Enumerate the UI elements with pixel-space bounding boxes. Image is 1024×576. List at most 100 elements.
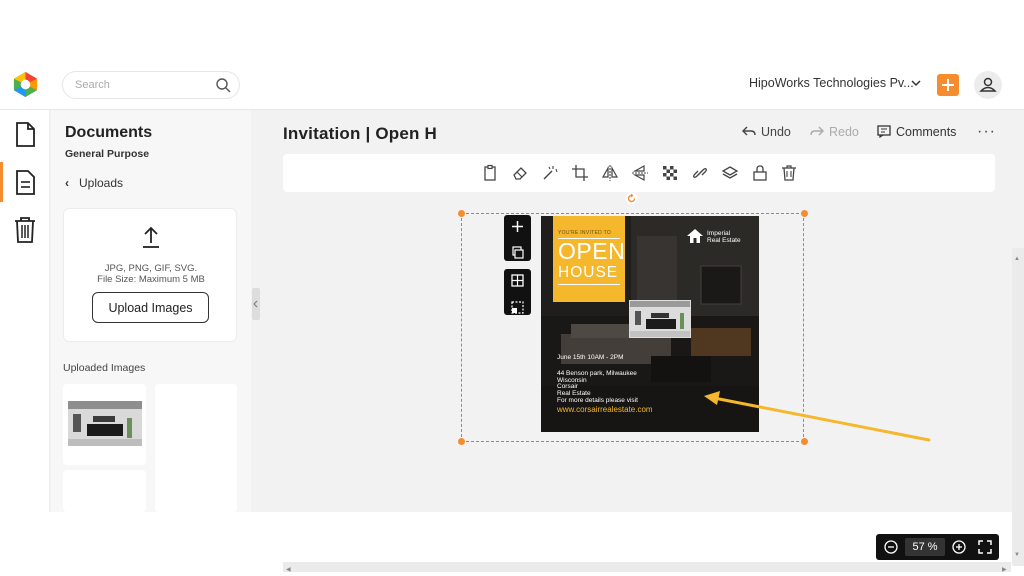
clipboard-icon[interactable] (481, 164, 499, 182)
create-button[interactable] (937, 74, 959, 96)
flyer-company-2: Real Estate (557, 390, 591, 397)
divider (558, 284, 620, 285)
add-icon[interactable] (504, 215, 531, 238)
crop-icon[interactable] (571, 164, 589, 182)
chevron-left-icon (253, 300, 258, 308)
chevron-left-icon: ‹ (65, 176, 69, 190)
icon-rail (0, 110, 50, 512)
app-logo-icon[interactable] (12, 71, 39, 98)
room-thumbnail-image (68, 401, 142, 446)
zoom-level[interactable]: 57 % (905, 538, 945, 556)
add-duplicate-group (504, 215, 531, 261)
uploads-label: Uploads (79, 176, 124, 190)
transparency-icon[interactable] (661, 164, 679, 182)
undo-icon (742, 126, 756, 136)
undo-button[interactable]: Undo (742, 125, 791, 139)
layers-icon[interactable] (721, 164, 739, 182)
trash-icon (15, 217, 35, 243)
uploads-back-link[interactable]: ‹ Uploads (65, 176, 123, 190)
rotate-handle-icon[interactable] (625, 192, 638, 205)
flyer-details: For more details please visit (557, 397, 638, 404)
zoom-out-icon[interactable] (878, 534, 904, 560)
uploaded-image-thumb[interactable] (63, 384, 146, 465)
avatar[interactable] (974, 71, 1002, 99)
documents-panel: Documents General Purpose ‹ Uploads JPG, … (51, 110, 251, 512)
scroll-up-icon[interactable]: ▲ (1014, 256, 1020, 262)
upload-dropzone[interactable]: JPG, PNG, GIF, SVG. File Size: Maximum 5… (63, 208, 237, 342)
floating-tools (504, 215, 531, 315)
user-icon (979, 77, 997, 92)
upload-size: File Size: Maximum 5 MB (97, 274, 205, 285)
zoom-control: 57 % (876, 534, 999, 560)
more-options-icon[interactable]: ··· (977, 123, 996, 141)
eraser-icon[interactable] (511, 164, 529, 182)
uploaded-image-slot[interactable] (63, 470, 146, 512)
flip-vertical-icon[interactable] (631, 164, 649, 182)
image-toolbar (283, 154, 995, 192)
vertical-scrollbar[interactable] (1012, 248, 1024, 566)
flyer-brand: Imperial Real Estate (707, 230, 741, 244)
inserted-room-image[interactable] (629, 300, 691, 338)
document-title[interactable]: Invitation | Open H (283, 124, 437, 144)
brand-line-1: Imperial (707, 230, 731, 237)
flyer-url: www.corsairrealestate.com (557, 405, 653, 414)
template-icon (16, 170, 35, 195)
undo-label: Undo (761, 125, 791, 139)
top-bar: HipoWorks Technologies Pv... (0, 60, 1024, 110)
search-icon[interactable] (215, 77, 231, 93)
annotation-arrow-icon (704, 391, 931, 442)
flyer-company-1: Corsair (557, 383, 578, 390)
lock-icon[interactable] (751, 164, 769, 182)
upload-hint: JPG, PNG, GIF, SVG. File Size: Maximum 5… (64, 263, 238, 285)
active-indicator (0, 162, 3, 202)
resize-handle-top-right[interactable] (801, 210, 808, 217)
horizontal-scrollbar[interactable] (283, 562, 1011, 572)
chevron-down-icon[interactable] (910, 77, 922, 89)
search-box (62, 71, 240, 99)
scroll-left-icon[interactable]: ◀ (286, 566, 291, 573)
panel-title: Documents (65, 124, 153, 141)
uploaded-images-label: Uploaded Images (63, 362, 146, 374)
rail-item-documents[interactable] (0, 114, 50, 154)
upload-types: JPG, PNG, GIF, SVG. (104, 263, 198, 274)
home-icon (687, 229, 703, 243)
flyer-house-text: HOUSE (558, 264, 619, 281)
trash-icon[interactable] (780, 164, 798, 182)
brand-line-2: Real Estate (707, 237, 741, 244)
resize-handle-top-left[interactable] (458, 210, 465, 217)
redo-icon (810, 126, 824, 136)
room-photo-image (630, 301, 690, 337)
search-input[interactable] (75, 76, 205, 94)
org-name[interactable]: HipoWorks Technologies Pv... (749, 76, 914, 90)
flyer-open-text: OPEN (558, 238, 626, 264)
panel-collapse-handle[interactable] (252, 288, 260, 320)
link-icon[interactable] (691, 164, 709, 182)
comments-label: Comments (896, 125, 957, 139)
flyer-address-1: 44 Benson park, Milwaukee (557, 370, 637, 377)
grid-select-group (504, 269, 531, 315)
rail-item-trash[interactable] (0, 210, 50, 250)
app-shell: HipoWorks Technologies Pv... (0, 60, 1024, 573)
zoom-in-icon[interactable] (946, 534, 972, 560)
upload-icon (143, 226, 159, 248)
scroll-down-icon[interactable]: ▼ (1014, 552, 1020, 558)
plus-icon (942, 79, 954, 91)
comments-button[interactable]: Comments (877, 125, 956, 139)
upload-images-button[interactable]: Upload Images (92, 292, 209, 323)
rail-item-templates[interactable] (0, 162, 50, 202)
flyer-date: June 15th 10AM - 2PM (557, 354, 624, 361)
select-area-icon[interactable] (504, 297, 531, 320)
document-icon (16, 122, 35, 147)
magic-wand-icon[interactable] (541, 164, 559, 182)
redo-button[interactable]: Redo (810, 125, 859, 139)
grid-icon[interactable] (504, 269, 531, 292)
comment-icon (877, 125, 891, 139)
uploaded-image-slot[interactable] (155, 384, 237, 512)
redo-label: Redo (829, 125, 859, 139)
resize-handle-bottom-left[interactable] (458, 438, 465, 445)
scroll-right-icon[interactable]: ▶ (1002, 566, 1007, 573)
panel-subtitle: General Purpose (65, 148, 150, 160)
fullscreen-icon[interactable] (972, 534, 998, 560)
duplicate-icon[interactable] (504, 243, 531, 266)
flip-horizontal-icon[interactable] (601, 164, 619, 182)
